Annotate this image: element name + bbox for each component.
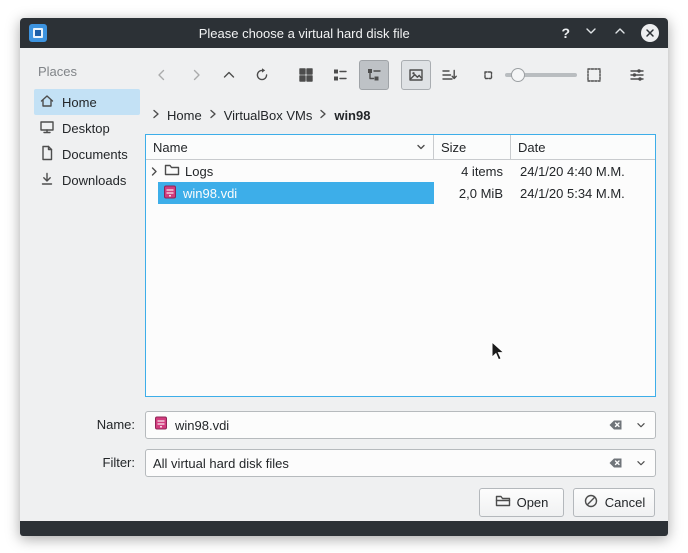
file-name: Logs xyxy=(185,163,214,179)
vdi-file-icon xyxy=(162,184,178,203)
breadcrumb-item-current[interactable]: win98 xyxy=(334,108,370,123)
window-title: Please choose a virtual hard disk file xyxy=(198,25,410,41)
clear-text-icon[interactable] xyxy=(605,452,625,474)
sort-button[interactable] xyxy=(434,60,464,90)
zoom-out-icon[interactable] xyxy=(473,60,503,90)
help-button[interactable]: ? xyxy=(561,25,570,41)
column-label: Size xyxy=(441,139,467,155)
places-header: Places xyxy=(38,64,78,79)
chevron-down-icon[interactable] xyxy=(583,23,599,44)
document-icon xyxy=(39,145,55,164)
forward-button[interactable] xyxy=(181,60,211,90)
details-view-button[interactable] xyxy=(325,60,355,90)
selected-item-highlight[interactable]: win98.vdi xyxy=(158,182,434,204)
open-button[interactable]: Open xyxy=(479,488,564,517)
zoom-in-icon[interactable] xyxy=(579,60,609,90)
sidebar-item-home[interactable]: Home xyxy=(34,89,140,115)
virtualbox-app-icon xyxy=(29,24,47,42)
size-cell: 2,0 MiB xyxy=(458,185,503,201)
options-menu-button[interactable] xyxy=(622,60,652,90)
chevron-up-icon[interactable] xyxy=(612,23,628,44)
open-folder-icon xyxy=(495,493,511,512)
window-bottom-frame xyxy=(20,521,668,536)
sidebar-item-downloads[interactable]: Downloads xyxy=(34,167,140,193)
date-cell: 24/1/20 4:40 M.M. xyxy=(520,163,625,179)
folder-icon xyxy=(164,162,180,181)
table-row-win98-vdi[interactable]: win98.vdi 2,0 MiB 24/1/20 5:34 M.M. xyxy=(146,182,655,204)
file-dialog-window: Please choose a virtual hard disk file ?… xyxy=(20,18,668,536)
preview-toggle-button[interactable] xyxy=(401,60,431,90)
places-panel: Places Home Desktop Documents Downloads xyxy=(34,62,140,193)
date-cell: 24/1/20 5:34 M.M. xyxy=(520,185,625,201)
up-button[interactable] xyxy=(214,60,244,90)
download-icon xyxy=(39,171,55,190)
tree-view-button[interactable] xyxy=(359,60,389,90)
sidebar-item-label: Documents xyxy=(62,146,128,162)
dropdown-chevron-icon[interactable] xyxy=(631,452,651,474)
refresh-button[interactable] xyxy=(247,60,277,90)
sidebar-item-label: Downloads xyxy=(62,172,127,188)
name-combobox[interactable] xyxy=(145,411,656,439)
vdi-file-icon xyxy=(153,415,169,436)
sidebar-item-label: Home xyxy=(62,94,97,110)
zoom-slider[interactable] xyxy=(503,60,579,90)
filter-field-label: Filter: xyxy=(102,455,136,470)
size-cell: 4 items xyxy=(461,163,503,179)
column-header-size[interactable]: Size xyxy=(434,135,511,159)
close-button[interactable] xyxy=(641,24,659,42)
breadcrumb-item-home[interactable]: Home xyxy=(167,108,202,123)
clear-text-icon[interactable] xyxy=(605,414,625,436)
desktop-icon xyxy=(39,119,55,138)
sidebar-item-documents[interactable]: Documents xyxy=(34,141,140,167)
breadcrumb-item-virtualbox-vms[interactable]: VirtualBox VMs xyxy=(224,108,313,123)
column-header-date[interactable]: Date xyxy=(511,135,655,159)
name-cell: Logs xyxy=(146,160,434,182)
file-list-header: Name Size Date xyxy=(146,135,655,160)
cancel-button[interactable]: Cancel xyxy=(573,488,655,517)
sidebar-item-desktop[interactable]: Desktop xyxy=(34,115,140,141)
home-icon xyxy=(39,93,55,112)
back-button[interactable] xyxy=(147,60,177,90)
open-button-label: Open xyxy=(516,495,549,510)
filter-combobox[interactable] xyxy=(145,449,656,477)
filter-input[interactable] xyxy=(153,455,599,471)
cancel-icon xyxy=(583,493,599,512)
column-label: Date xyxy=(518,139,546,155)
icon-view-button[interactable] xyxy=(291,60,321,90)
column-header-name[interactable]: Name xyxy=(146,135,434,159)
chevron-right-icon[interactable] xyxy=(150,108,162,123)
name-cell: win98.vdi xyxy=(146,182,434,204)
expander-icon[interactable] xyxy=(146,166,162,176)
table-row-logs[interactable]: Logs 4 items 24/1/20 4:40 M.M. xyxy=(146,160,655,182)
breadcrumb: Home VirtualBox VMs win98 xyxy=(150,105,370,125)
file-list-view[interactable]: Name Size Date Logs 4 items 24/1/20 4:40… xyxy=(145,134,656,397)
chevron-right-icon xyxy=(317,108,329,123)
name-input[interactable] xyxy=(175,417,599,433)
sidebar-item-label: Desktop xyxy=(62,120,110,136)
titlebar[interactable]: Please choose a virtual hard disk file ? xyxy=(20,18,668,48)
column-label: Name xyxy=(153,139,188,155)
mouse-cursor xyxy=(491,340,507,368)
dropdown-chevron-icon[interactable] xyxy=(631,414,651,436)
sort-indicator-icon xyxy=(416,140,426,155)
name-field-label: Name: xyxy=(96,417,135,432)
dialog-content: Places Home Desktop Documents Downloads … xyxy=(20,48,668,521)
chevron-right-icon xyxy=(207,108,219,123)
zoom-slider-handle[interactable] xyxy=(511,68,525,82)
file-name: win98.vdi xyxy=(183,185,238,201)
cancel-button-label: Cancel xyxy=(604,495,646,510)
